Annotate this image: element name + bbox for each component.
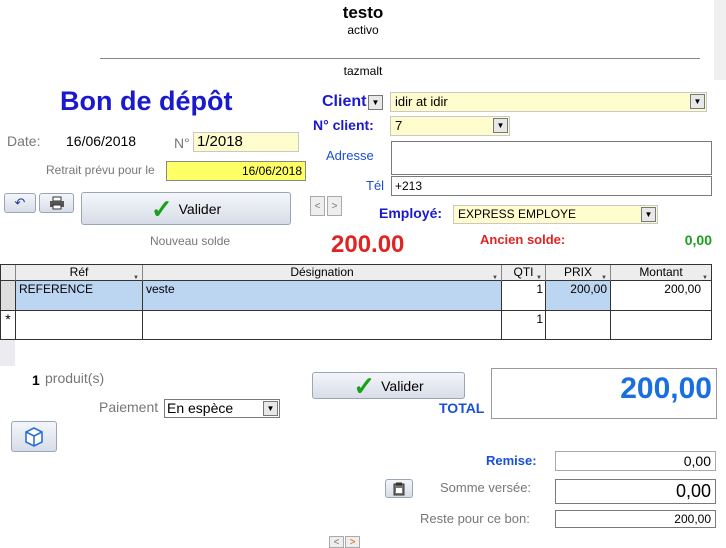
new-row-marker: *: [1, 310, 16, 339]
printer-icon: [49, 196, 64, 210]
report-title: testo: [342, 3, 384, 22]
total-label: TOTAL: [439, 400, 485, 416]
prev-page-button[interactable]: <: [329, 536, 344, 548]
employee-select[interactable]: EXPRESS EMPLOYE ▼: [453, 205, 658, 224]
column-header-ref[interactable]: Réf ▼: [16, 265, 143, 281]
number-label: N°: [174, 135, 190, 151]
address-field[interactable]: [391, 141, 712, 175]
remaining-field: 200,00: [555, 510, 716, 528]
table-cell-amount[interactable]: [611, 310, 711, 339]
row-selector-header: [1, 265, 16, 281]
column-header-price[interactable]: PRIX ▼: [546, 265, 611, 281]
date-label: Date:: [7, 133, 41, 149]
column-header-designation[interactable]: Désignation ▼: [143, 265, 502, 281]
client-number-select[interactable]: 7 ▼: [390, 116, 510, 136]
product-count: 1: [32, 372, 40, 388]
old-balance-label: Ancien solde:: [480, 232, 566, 247]
product-count-label: produit(s): [45, 370, 105, 386]
package-button[interactable]: [11, 421, 57, 452]
table-cell-designation[interactable]: veste: [143, 281, 502, 310]
old-balance-value: 0,00: [684, 232, 712, 248]
payment-label: Paiement: [99, 399, 159, 415]
number-field[interactable]: 1/2018: [193, 132, 299, 152]
employee-label: Employé:: [379, 205, 443, 221]
table-cell-price[interactable]: 200,00: [546, 281, 611, 310]
check-icon: ✓: [353, 370, 376, 401]
chevron-down-icon[interactable]: ▼: [690, 94, 705, 109]
table-cell-price[interactable]: [546, 310, 611, 339]
next-page-button[interactable]: >: [345, 536, 360, 548]
check-icon: ✓: [150, 193, 173, 224]
total-value: 200,00: [491, 368, 717, 419]
discount-label: Remise:: [486, 453, 537, 468]
products-table[interactable]: Réf ▼ Désignation ▼ QTI ▼ PRIX ▼ Montant ▼ RE…: [0, 264, 712, 340]
validate-payment-button[interactable]: ✓ Valider: [312, 372, 465, 399]
paid-label: Somme versée:: [440, 480, 532, 495]
column-header-qty[interactable]: QTI ▼: [502, 265, 546, 281]
table-cell-ref[interactable]: [16, 310, 143, 339]
client-select[interactable]: idir at idir ▼: [390, 92, 707, 112]
scrollbar[interactable]: [714, 0, 726, 80]
row-selector[interactable]: [1, 281, 16, 310]
discount-field[interactable]: 0,00: [555, 451, 716, 471]
new-balance-label: Nouveau solde: [150, 234, 231, 248]
company-name: tazmalt: [343, 64, 383, 78]
pickup-label: Retrait prévu pour le: [46, 163, 155, 177]
chevron-down-icon: ▼: [371, 98, 380, 107]
column-header-amount[interactable]: Montant ▼: [611, 265, 711, 281]
chevron-down-icon[interactable]: ▼: [493, 118, 508, 133]
phone-label: Tél: [366, 178, 385, 193]
table-cell-ref[interactable]: REFERENCE: [16, 281, 143, 310]
prev-record-button[interactable]: <: [310, 196, 325, 216]
new-balance-value: 200.00: [331, 231, 405, 258]
undo-icon: ↶: [14, 195, 26, 210]
undo-button[interactable]: ↶: [4, 193, 36, 213]
chevron-down-icon[interactable]: ▼: [263, 401, 278, 416]
table-cell-designation[interactable]: [143, 310, 502, 339]
client-number-label: N° client:: [313, 117, 374, 133]
paste-button[interactable]: [385, 479, 413, 498]
payment-select[interactable]: En espèce ▼: [164, 399, 280, 418]
paid-field[interactable]: 0,00: [555, 479, 716, 504]
clipboard-icon: [393, 482, 405, 495]
next-record-button[interactable]: >: [327, 196, 342, 216]
client-filter-dropdown[interactable]: ▼: [368, 95, 383, 110]
cube-icon: [25, 426, 43, 447]
report-status: activo: [347, 23, 379, 37]
validate-button[interactable]: ✓ Valider: [81, 192, 291, 225]
remaining-label: Reste pour ce bon:: [420, 511, 530, 526]
client-label: Client: [322, 93, 367, 110]
table-cell-amount[interactable]: 200,00: [611, 281, 711, 310]
table-cell-qty[interactable]: 1: [502, 310, 546, 339]
header-divider: [100, 58, 700, 59]
phone-field[interactable]: +213: [391, 176, 712, 196]
print-button[interactable]: [39, 193, 74, 213]
date-value[interactable]: 16/06/2018: [66, 133, 136, 149]
chevron-down-icon[interactable]: ▼: [641, 207, 656, 222]
pickup-date-field[interactable]: 16/06/2018: [166, 161, 306, 181]
row-selector-gutter: [0, 340, 15, 366]
table-cell-qty[interactable]: 1: [502, 281, 546, 310]
address-label: Adresse: [326, 148, 374, 163]
form-title: Bon de dépôt: [60, 86, 233, 116]
